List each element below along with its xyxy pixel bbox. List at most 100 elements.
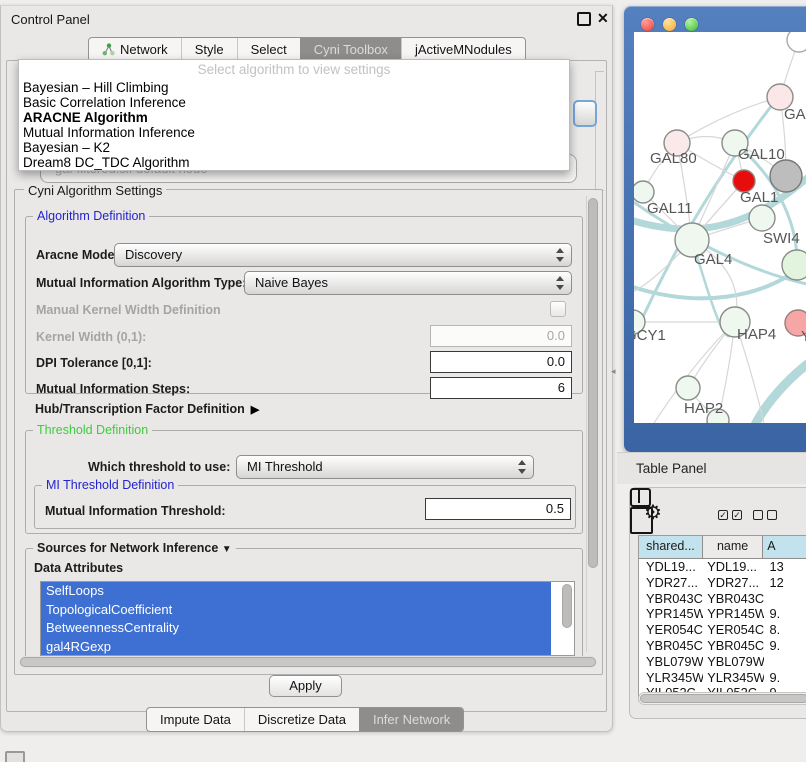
- table-row[interactable]: YDR27... YDR27... 12: [639, 575, 806, 591]
- column-header[interactable]: shared...: [639, 536, 703, 558]
- table-horizontal-scrollbar[interactable]: [638, 692, 806, 705]
- dropdown-item[interactable]: Mutual Information Inference: [19, 125, 569, 140]
- algorithm-definition-group: Algorithm Definition Aracne Mode: Discov…: [25, 216, 583, 394]
- tab-jactivemnodules[interactable]: jActiveMNodules: [401, 38, 525, 61]
- aracne-mode-combobox[interactable]: Discovery: [114, 243, 572, 267]
- tab-impute-data-label: Impute Data: [160, 708, 231, 731]
- list-item[interactable]: TopologicalCoefficient: [41, 601, 551, 620]
- table-row[interactable]: YDL19... YDL19... 13: [639, 559, 806, 575]
- table-row[interactable]: YLR345W YLR345W 9.: [639, 670, 806, 686]
- dropdown-item[interactable]: Basic Correlation Inference: [19, 95, 569, 110]
- scrollbar-thumb[interactable]: [640, 694, 806, 703]
- checked-checkbox-icon[interactable]: ✓: [732, 510, 742, 520]
- background-group-border: [595, 71, 604, 191]
- panel-splitter-grip[interactable]: ◂: [611, 366, 616, 377]
- cell: YLR345W: [703, 670, 763, 686]
- unchecked-checkbox-icon[interactable]: [767, 510, 777, 520]
- tab-infer-network[interactable]: Infer Network: [359, 708, 463, 731]
- mi-steps-field[interactable]: 6: [430, 377, 572, 399]
- scrollbar-thumb[interactable]: [20, 657, 596, 667]
- group-title: MI Threshold Definition: [42, 478, 178, 492]
- tab-network[interactable]: Network: [89, 38, 181, 61]
- corner-widget-icon[interactable]: [5, 751, 25, 762]
- tab-cyni-toolbox[interactable]: Cyni Toolbox: [300, 38, 401, 61]
- node-label: GAL: [784, 106, 806, 123]
- mi-threshold-field[interactable]: 0.5: [425, 498, 571, 520]
- hub-definition-label: Hub/Transcription Factor Definition: [35, 402, 245, 416]
- unchecked-checkbox-icon[interactable]: [753, 510, 763, 520]
- close-traffic-light[interactable]: [641, 18, 654, 31]
- cell: YDR27...: [639, 575, 703, 591]
- table-panel-header: Table Panel: [617, 452, 806, 484]
- combo-arrows-icon: [517, 459, 526, 475]
- mi-threshold-label: Mutual Information Threshold:: [45, 504, 226, 518]
- node-hap2[interactable]: [676, 376, 700, 400]
- settings-vertical-scrollbar[interactable]: [586, 196, 599, 652]
- list-item[interactable]: gal4RGexp: [41, 638, 551, 657]
- zoom-traffic-light[interactable]: [685, 18, 698, 31]
- kernel-width-field[interactable]: 0.0: [430, 325, 572, 347]
- dpi-tolerance-field[interactable]: 0.0: [430, 351, 572, 373]
- which-threshold-label: Which threshold to use:: [88, 460, 230, 474]
- manual-kernel-checkbox[interactable]: [550, 301, 566, 317]
- minimize-traffic-light[interactable]: [663, 18, 676, 31]
- mi-type-combobox[interactable]: Naive Bayes: [244, 271, 572, 295]
- node-gal1[interactable]: [749, 205, 775, 231]
- mi-steps-label: Mutual Information Steps:: [36, 382, 190, 396]
- table-row[interactable]: YBL079W YBL079W: [639, 654, 806, 670]
- close-icon[interactable]: ✕: [597, 10, 609, 27]
- node-big-green[interactable]: [782, 250, 806, 280]
- node-partial[interactable]: [787, 32, 806, 52]
- network-canvas[interactable]: GAL GAL80 GAL10 GAL11 GAL1 SWI4 GAL4 GCY…: [634, 32, 806, 423]
- list-item[interactable]: SelfLoops: [41, 582, 551, 601]
- kernel-width-label: Kernel Width (0,1):: [36, 330, 146, 344]
- table-row[interactable]: YBR045C YBR045C 9.: [639, 638, 806, 654]
- dropdown-item[interactable]: Bayesian – K2: [19, 140, 569, 155]
- tab-impute-data[interactable]: Impute Data: [147, 708, 244, 731]
- combo-arrows-icon: [555, 275, 564, 291]
- list-item[interactable]: BetweennessCentrality: [41, 619, 551, 638]
- which-threshold-combobox[interactable]: MI Threshold: [236, 455, 534, 479]
- node-label: HAP4: [737, 326, 776, 343]
- float-window-icon[interactable]: [577, 12, 591, 26]
- tab-discretize-data[interactable]: Discretize Data: [244, 708, 359, 731]
- node-gray[interactable]: [770, 160, 802, 192]
- algorithm-combobox-fragment[interactable]: [573, 100, 597, 127]
- data-attributes-list[interactable]: SelfLoops TopologicalCoefficient Between…: [40, 581, 575, 656]
- dropdown-item[interactable]: Dream8 DC_TDC Algorithm: [19, 155, 569, 170]
- column-header[interactable]: A: [763, 536, 806, 558]
- table-row[interactable]: YBR043C YBR043C: [639, 591, 806, 607]
- tab-discretize-data-label: Discretize Data: [258, 708, 346, 731]
- tab-network-label: Network: [120, 38, 168, 61]
- cell: 9.: [764, 670, 806, 686]
- hub-definition-toggle[interactable]: Hub/Transcription Factor Definition ▶: [35, 402, 259, 416]
- column-header[interactable]: name: [703, 536, 763, 558]
- expand-right-icon: ▶: [251, 403, 259, 416]
- sources-group-title[interactable]: Sources for Network Inference ▼: [33, 541, 236, 555]
- cell: YBR045C: [639, 638, 703, 654]
- group-title: Algorithm Definition: [33, 209, 149, 223]
- control-panel-window: Control Panel ✕ Network Style Select: [0, 5, 613, 732]
- network-icon: [102, 43, 115, 56]
- scrollbar-thumb[interactable]: [588, 198, 598, 568]
- cell: YBL079W: [639, 654, 703, 670]
- checked-checkbox-icon[interactable]: ✓: [718, 510, 728, 520]
- cell: YLR345W: [639, 670, 703, 686]
- table-row[interactable]: YER054C YER054C 8.: [639, 622, 806, 638]
- settings-horizontal-scrollbar[interactable]: [19, 656, 597, 668]
- window-title: Control Panel: [11, 12, 90, 27]
- table-row[interactable]: YPR145W YPR145W 9.: [639, 606, 806, 622]
- apply-button[interactable]: Apply: [269, 675, 342, 697]
- dropdown-item-selected[interactable]: ARACNE Algorithm: [19, 110, 569, 125]
- dropdown-item[interactable]: Bayesian – Hill Climbing: [19, 80, 569, 95]
- dropdown-placeholder: Select algorithm to view settings: [19, 60, 569, 80]
- list-scrollbar-thumb[interactable]: [562, 584, 572, 628]
- cyni-toolbox-panel: gal-filtered.sif default node Select alg…: [6, 60, 607, 712]
- node-label: HAP2: [684, 400, 723, 417]
- cell: YBR043C: [703, 591, 763, 607]
- table-panel-title: Table Panel: [636, 461, 707, 476]
- network-graph[interactable]: GAL GAL80 GAL10 GAL11 GAL1 SWI4 GAL4 GCY…: [634, 32, 806, 423]
- gear-icon[interactable]: ⚙: [644, 500, 662, 525]
- tab-select[interactable]: Select: [237, 38, 300, 61]
- tab-style[interactable]: Style: [181, 38, 237, 61]
